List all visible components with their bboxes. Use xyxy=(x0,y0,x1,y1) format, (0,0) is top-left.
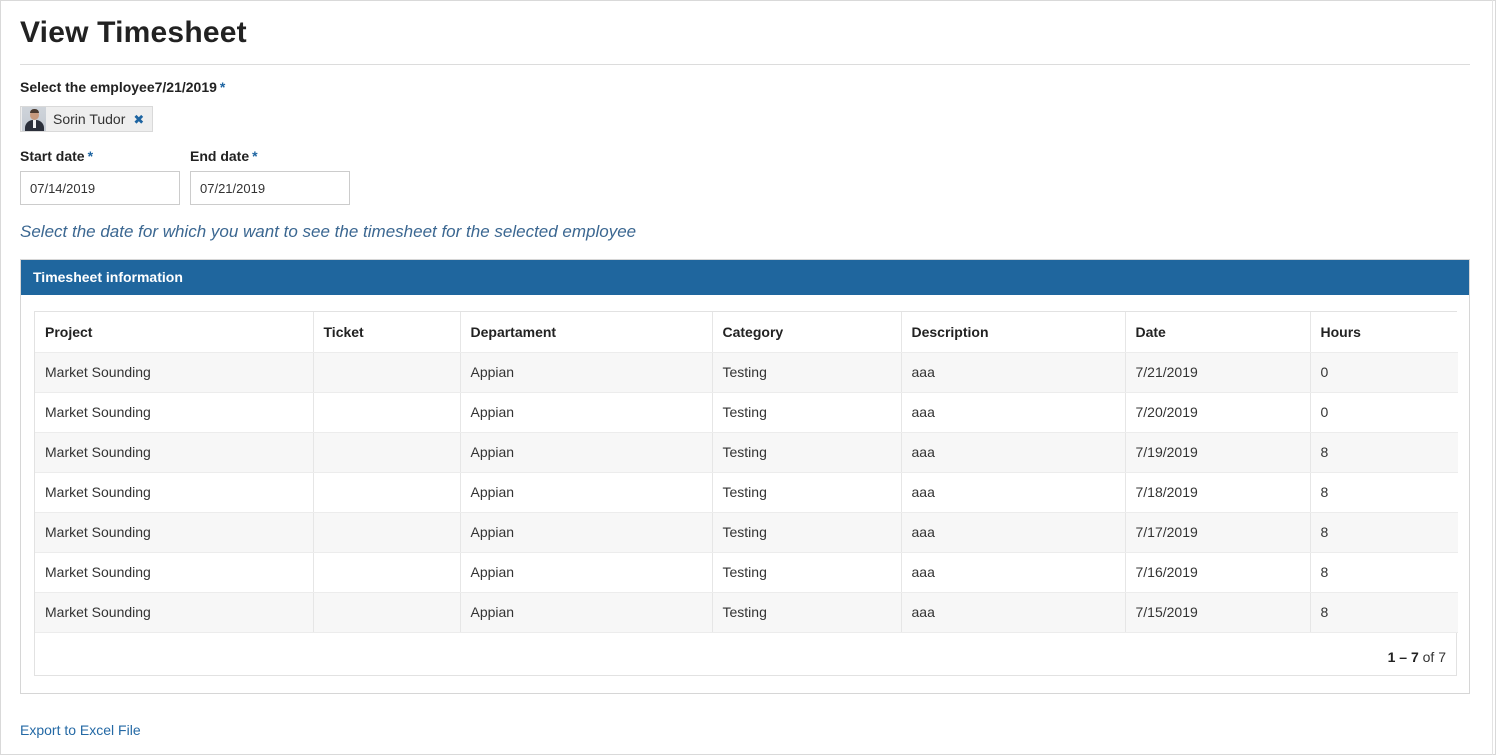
cell-departament: Appian xyxy=(460,352,713,393)
cell-hours: 0 xyxy=(1310,392,1458,433)
pager-total: 7 xyxy=(1438,649,1446,665)
column-header-departament[interactable]: Departament xyxy=(460,312,713,353)
cell-project: Market Sounding xyxy=(35,592,314,633)
column-header-date[interactable]: Date xyxy=(1125,312,1311,353)
cell-project: Market Sounding xyxy=(35,472,314,513)
end-date-label: End date * xyxy=(190,148,258,164)
cell-date: 7/19/2019 xyxy=(1125,432,1311,473)
cell-project: Market Sounding xyxy=(35,352,314,393)
table-row: Market Sounding Appian Testing aaa 7/21/… xyxy=(35,352,1458,393)
selected-user-chip[interactable]: Sorin Tudor ✖ xyxy=(20,106,154,132)
cell-hours: 8 xyxy=(1310,472,1458,513)
cell-category: Testing xyxy=(712,512,902,553)
cell-date: 7/16/2019 xyxy=(1125,552,1311,593)
cell-category: Testing xyxy=(712,472,902,513)
cell-project: Market Sounding xyxy=(35,552,314,593)
pager-of: of xyxy=(1422,649,1435,665)
column-header-category[interactable]: Category xyxy=(712,312,902,353)
table-row: Market Sounding Appian Testing aaa 7/17/… xyxy=(35,512,1458,553)
cell-description: aaa xyxy=(901,392,1126,433)
column-header-description[interactable]: Description xyxy=(901,312,1126,353)
avatar xyxy=(22,107,46,131)
table-row: Market Sounding Appian Testing aaa 7/20/… xyxy=(35,392,1458,433)
section-header: Timesheet information xyxy=(21,260,1469,295)
instructions-text: Select the date for which you want to se… xyxy=(20,222,637,241)
cell-hours: 0 xyxy=(1310,352,1458,393)
required-marker: * xyxy=(252,148,258,164)
cell-category: Testing xyxy=(712,432,902,473)
start-date-label-text: Start date xyxy=(20,148,85,164)
timesheet-grid: Project Ticket Departament Category Desc… xyxy=(34,311,1458,676)
start-date-input[interactable] xyxy=(20,171,180,205)
table-row: Market Sounding Appian Testing aaa 7/15/… xyxy=(35,592,1458,633)
timesheet-table: Project Ticket Departament Category Desc… xyxy=(35,312,1458,633)
cell-date: 7/17/2019 xyxy=(1125,512,1311,553)
export-to-excel-link[interactable]: Export to Excel File xyxy=(20,722,141,738)
cell-description: aaa xyxy=(901,432,1126,473)
cell-departament: Appian xyxy=(460,592,713,633)
remove-user-icon[interactable]: ✖ xyxy=(133,113,144,126)
cell-ticket xyxy=(313,432,461,473)
cell-description: aaa xyxy=(901,512,1126,553)
required-marker: * xyxy=(219,79,226,95)
cell-departament: Appian xyxy=(460,392,713,433)
end-date-input[interactable] xyxy=(190,171,350,205)
title-divider xyxy=(20,64,1470,65)
cell-hours: 8 xyxy=(1310,432,1458,473)
page-title: View Timesheet xyxy=(20,16,247,49)
cell-ticket xyxy=(313,552,461,593)
cell-description: aaa xyxy=(901,592,1126,633)
pagination-info: 1 – 7 of 7 xyxy=(1388,649,1446,665)
column-header-ticket[interactable]: Ticket xyxy=(313,312,461,353)
cell-hours: 8 xyxy=(1310,592,1458,633)
cell-category: Testing xyxy=(712,552,902,593)
cell-ticket xyxy=(313,472,461,513)
table-row: Market Sounding Appian Testing aaa 7/16/… xyxy=(35,552,1458,593)
cell-departament: Appian xyxy=(460,432,713,473)
cell-description: aaa xyxy=(901,552,1126,593)
selected-user-name[interactable]: Sorin Tudor xyxy=(53,111,125,127)
cell-category: Testing xyxy=(712,592,902,633)
pager-range: 1 – 7 xyxy=(1387,649,1419,665)
cell-hours: 8 xyxy=(1310,552,1458,593)
cell-date: 7/20/2019 xyxy=(1125,392,1311,433)
employee-label-text: Select the employee7/21/2019 xyxy=(20,79,217,95)
cell-ticket xyxy=(313,512,461,553)
start-date-label: Start date * xyxy=(20,148,93,164)
table-header-row: Project Ticket Departament Category Desc… xyxy=(35,312,1458,353)
cell-date: 7/15/2019 xyxy=(1125,592,1311,633)
cell-date: 7/21/2019 xyxy=(1125,352,1311,393)
cell-category: Testing xyxy=(712,392,902,433)
table-row: Market Sounding Appian Testing aaa 7/19/… xyxy=(35,432,1458,473)
scroll-edge xyxy=(1492,0,1493,755)
cell-departament: Appian xyxy=(460,472,713,513)
table-row: Market Sounding Appian Testing aaa 7/18/… xyxy=(35,472,1458,513)
column-header-hours[interactable]: Hours xyxy=(1310,312,1458,353)
cell-description: aaa xyxy=(901,352,1126,393)
cell-category: Testing xyxy=(712,352,902,393)
required-marker: * xyxy=(87,148,94,164)
cell-departament: Appian xyxy=(460,512,713,553)
cell-departament: Appian xyxy=(460,552,713,593)
cell-date: 7/18/2019 xyxy=(1125,472,1311,513)
cell-project: Market Sounding xyxy=(35,392,314,433)
cell-project: Market Sounding xyxy=(35,432,314,473)
cell-ticket xyxy=(313,392,461,433)
cell-project: Market Sounding xyxy=(35,512,314,553)
column-header-project[interactable]: Project xyxy=(35,312,314,353)
cell-description: aaa xyxy=(901,472,1126,513)
cell-ticket xyxy=(313,352,461,393)
timesheet-section: Timesheet information Project Ticket Dep… xyxy=(20,259,1470,694)
employee-field-label: Select the employee7/21/2019 * xyxy=(20,79,225,95)
cell-hours: 8 xyxy=(1310,512,1458,553)
cell-ticket xyxy=(313,592,461,633)
end-date-label-text: End date xyxy=(190,148,250,164)
